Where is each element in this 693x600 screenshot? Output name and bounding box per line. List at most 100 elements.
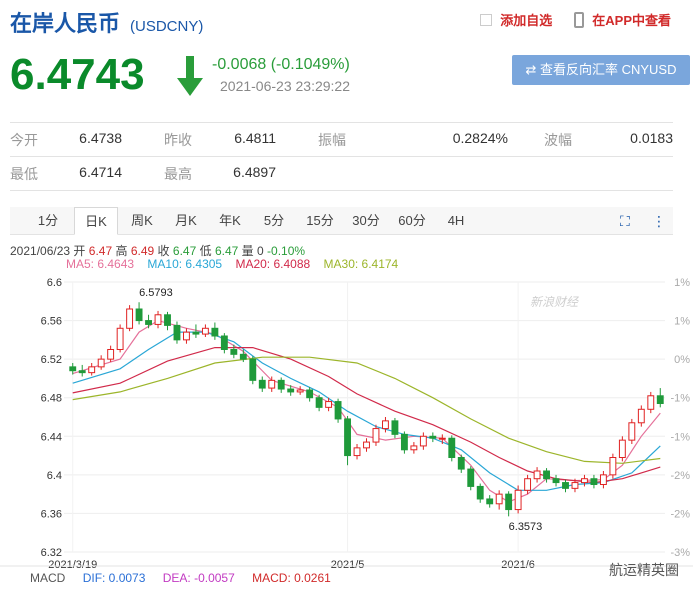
tab-yearly[interactable]: 年K	[210, 207, 250, 235]
tab-monthly[interactable]: 月K	[166, 207, 206, 235]
candle-body	[628, 422, 636, 441]
ma10-legend: MA10: 6.4305	[147, 257, 223, 271]
candle-body	[220, 335, 228, 350]
candle-body	[116, 327, 124, 350]
tab-15min[interactable]: 15分	[298, 207, 342, 235]
ma5-legend: MA5: 6.4643	[66, 257, 135, 271]
watchlist-checkbox[interactable]	[480, 13, 493, 26]
current-price: 6.4743	[10, 50, 145, 99]
y-tick-label: 6.36	[41, 508, 62, 520]
candle-body	[69, 366, 77, 372]
more-options-icon[interactable]: ⋮	[652, 213, 666, 230]
stat-value: 6.4714	[79, 163, 122, 180]
candle-body	[647, 395, 655, 410]
candle-body	[467, 468, 475, 487]
candle-body	[599, 474, 607, 486]
instrument-code: (USDCNY)	[130, 18, 204, 35]
candle-body	[429, 435, 437, 439]
kline-chart[interactable]: 6.6 1% 6.56 1% 6.52 0% 6.48 -1% 6.44 -1% 6.4 -2% 6.3…	[0, 270, 693, 570]
quote-panel: 6.4743 -0.0068 (-0.1049%) 2021-06-23 23:…	[10, 50, 690, 108]
tab-1min[interactable]: 1分	[28, 207, 68, 235]
candle-body	[486, 498, 494, 505]
pct-tick-label: 0%	[674, 354, 690, 366]
add-watchlist-button[interactable]: 添加自选	[500, 10, 552, 29]
candle-body	[524, 478, 532, 491]
y-tick-label: 6.52	[41, 354, 62, 366]
pct-tick-label: -1%	[670, 431, 690, 443]
ma20-line	[72, 346, 661, 484]
candle-body	[239, 353, 247, 360]
macd-dif: DIF: 0.0073	[82, 571, 146, 585]
ma-legend: MA5: 6.4643 MA10: 6.4305 MA20: 6.4088 MA…	[66, 257, 408, 271]
tab-4h[interactable]: 4H	[436, 207, 476, 235]
ohlc-high: 6.49	[130, 244, 155, 258]
candle-body	[164, 314, 171, 326]
x-tick-label: 2021/6	[501, 559, 535, 570]
ohlc-open: 6.47	[88, 244, 113, 258]
candle-body	[372, 428, 380, 443]
reverse-rate-button[interactable]: ⇄ 查看反向汇率 CNYUSD	[512, 55, 690, 85]
candle-body	[590, 478, 598, 485]
candle-body	[211, 327, 219, 337]
candle-body	[315, 397, 323, 408]
stat-label: 振幅	[318, 131, 346, 148]
candle-body	[277, 379, 285, 390]
tab-30min[interactable]: 30分	[344, 207, 388, 235]
tab-5min[interactable]: 5分	[254, 207, 294, 235]
stat-range: 波幅 0.0183	[514, 130, 673, 150]
stat-open: 今开 6.4738	[10, 130, 128, 150]
price-change: -0.0068 (-0.1049%)	[212, 56, 350, 73]
pct-tick-label: -3%	[670, 547, 690, 559]
ohlc-volume-label: 量	[241, 244, 254, 258]
pct-tick-label: 1%	[674, 277, 690, 289]
candle-body	[571, 482, 579, 489]
pct-tick-label: -2%	[670, 508, 690, 520]
candle-body	[173, 324, 181, 341]
x-tick-label: 2021/5	[331, 559, 365, 570]
stat-prev-close: 昨收 6.4811	[128, 130, 282, 150]
candle-body	[306, 389, 314, 399]
tab-daily[interactable]: 日K	[74, 207, 118, 235]
pct-tick-label: 1%	[674, 316, 690, 328]
candle-body	[419, 435, 427, 447]
y-tick-label: 6.56	[41, 316, 62, 328]
phone-icon	[574, 11, 585, 28]
candle-body	[505, 493, 513, 511]
header-actions: 添加自选 在APP中查看	[480, 10, 671, 29]
tab-60min[interactable]: 60分	[390, 207, 434, 235]
fullscreen-icon[interactable]: ⛶	[620, 213, 630, 230]
quote-timestamp: 2021-06-23 23:29:22	[220, 78, 350, 94]
stat-value: 6.4811	[234, 129, 276, 146]
candle-body	[353, 447, 361, 457]
stat-value: 6.4738	[79, 129, 122, 146]
candle-body	[183, 331, 190, 341]
stat-label: 今开	[10, 131, 38, 148]
tab-weekly[interactable]: 周K	[122, 207, 162, 235]
candle-body	[609, 457, 617, 476]
extreme-value-label: 6.5793	[139, 287, 173, 299]
ma20-legend: MA20: 6.4088	[235, 257, 311, 271]
candle-body	[400, 433, 408, 451]
ma30-legend: MA30: 6.4174	[323, 257, 399, 271]
macd-legend: MACD DIF: 0.0073 DEA: -0.0057 MACD: 0.02…	[30, 571, 345, 585]
period-tabs: 1分 日K 周K 月K 年K 5分 15分 30分 60分 4H ⛶ ⋮	[10, 207, 673, 235]
watermark: 新浪财经	[530, 295, 580, 309]
candle-body	[135, 308, 143, 322]
candle-body	[230, 349, 238, 355]
wechat-caption: 航运精英圈	[609, 562, 679, 578]
instrument-name: 在岸人民币	[10, 11, 121, 36]
candle-body	[438, 437, 446, 440]
stat-label: 最低	[10, 165, 38, 182]
candle-body	[410, 445, 418, 451]
candle-body	[78, 370, 86, 374]
ohlc-close: 6.47	[172, 244, 197, 258]
candle-body	[88, 366, 96, 374]
candle-body	[344, 418, 351, 457]
candle-body	[476, 485, 484, 500]
candle-body	[637, 408, 645, 424]
candle-body	[382, 420, 389, 430]
candle-body	[287, 388, 295, 393]
candle-body	[258, 379, 266, 389]
view-in-app-link[interactable]: 在APP中查看	[592, 10, 671, 29]
stat-high: 最高 6.4897	[128, 164, 282, 184]
